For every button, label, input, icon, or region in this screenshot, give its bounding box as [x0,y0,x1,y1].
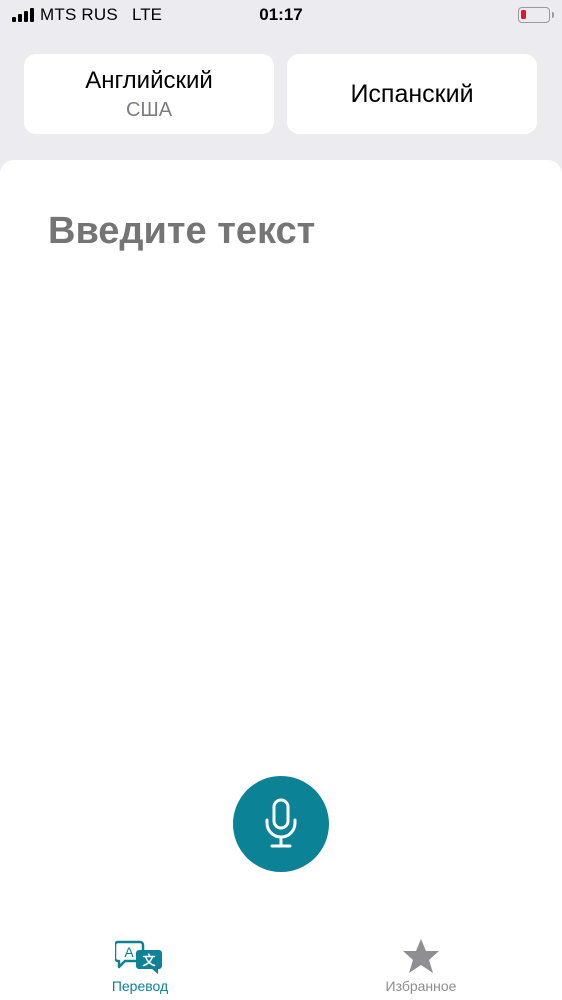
source-language-name: Английский [85,66,213,94]
battery-level [521,10,526,19]
battery-icon [518,7,554,23]
tab-translate-label: Перевод [111,978,169,994]
translate-icon: A 文 [115,940,162,974]
status-bar: MTS RUS LTE 01:17 [0,0,562,32]
status-time: 01:17 [259,5,303,24]
tab-translate[interactable]: A 文 Перевод [90,938,190,1000]
target-language-button[interactable]: Испанский [287,54,537,134]
target-language-name: Испанский [350,79,474,108]
translation-panel [0,160,562,1000]
tab-favorites[interactable]: Избранное [366,938,476,1000]
star-icon [403,939,439,973]
source-language-region: США [125,98,173,121]
tab-favorites-label: Избранное [385,978,457,994]
svg-text:A: A [124,944,134,960]
source-language-button[interactable]: Английский США [24,54,274,134]
microphone-button[interactable] [233,776,329,872]
text-input[interactable] [48,210,518,253]
svg-text:文: 文 [142,953,156,969]
microphone-icon [265,798,297,848]
